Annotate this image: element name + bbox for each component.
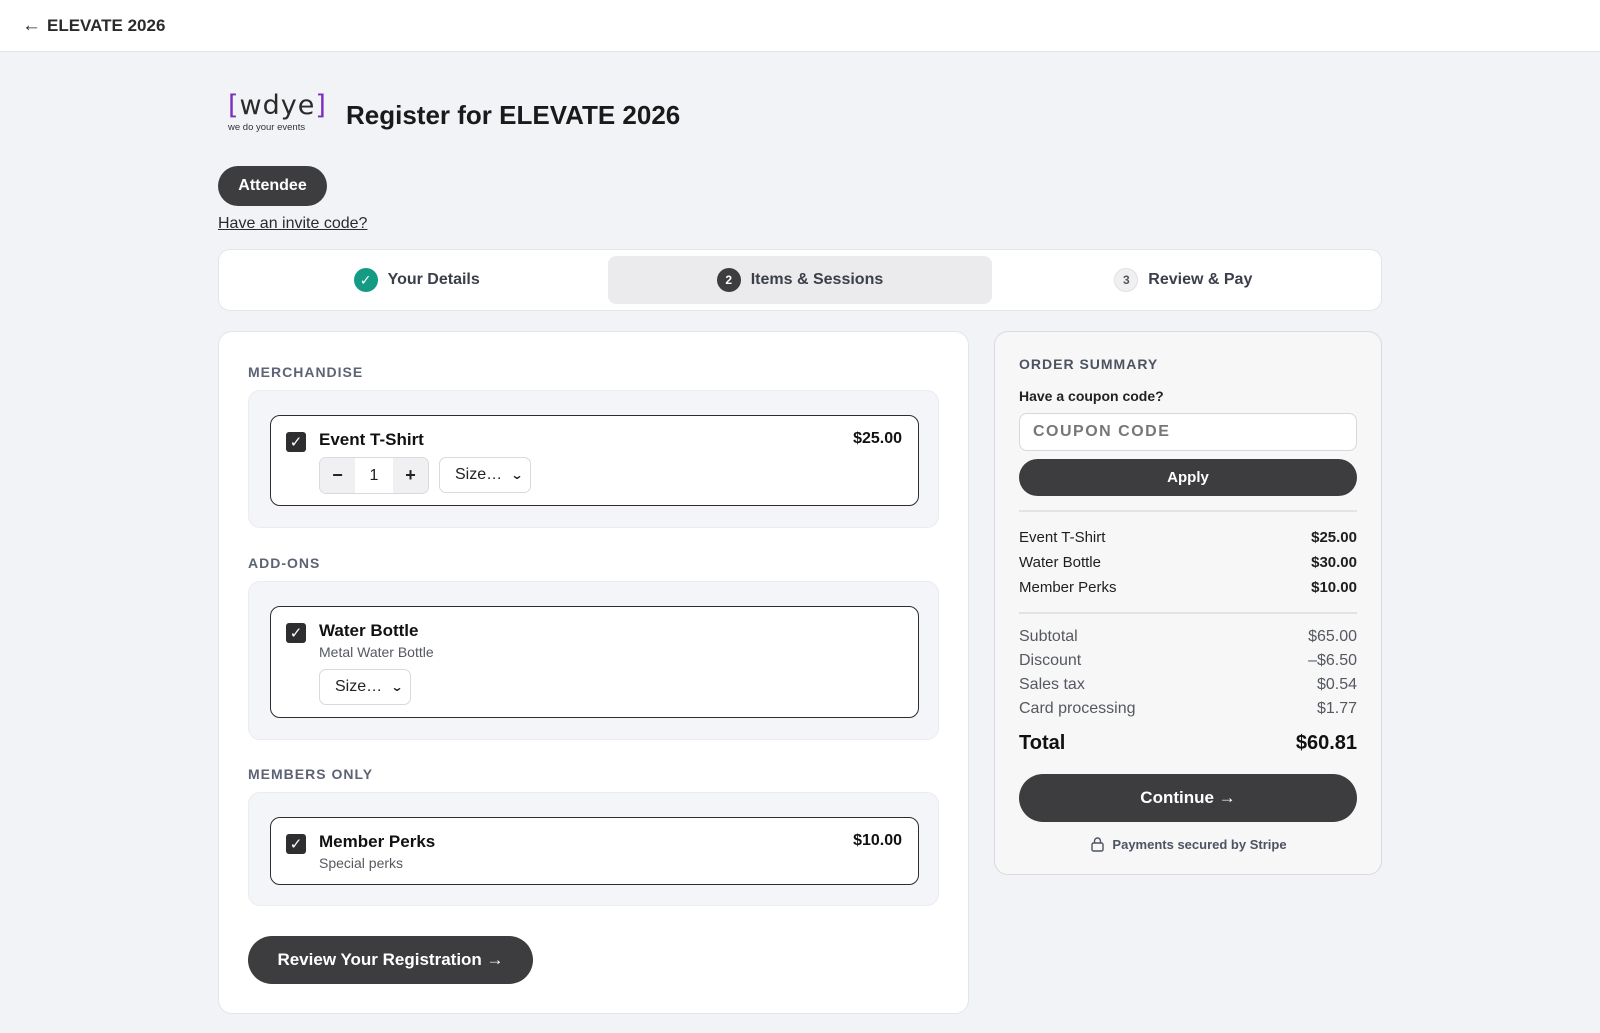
addons-group: ✓ Water Bottle Metal Water Bottle Size… …	[248, 581, 939, 740]
sales-tax-line: Sales tax $0.54	[1019, 676, 1357, 693]
size-select-value: Size…	[335, 678, 383, 695]
continue-button[interactable]: Continue →	[1019, 774, 1357, 822]
size-select[interactable]: Size… ⌄	[439, 457, 531, 493]
check-icon: ✓	[353, 268, 378, 292]
discount-line: Discount –$6.50	[1019, 652, 1357, 669]
line-amount: $10.00	[1311, 579, 1357, 596]
item-description: Special perks	[319, 855, 404, 871]
divider	[1019, 510, 1357, 512]
step-label: Your Details	[387, 271, 480, 288]
line-label: Event T-Shirt	[1019, 529, 1106, 546]
card-processing-line: Card processing $1.77	[1019, 700, 1357, 717]
step-number-badge: 2	[716, 268, 741, 292]
step-items-sessions[interactable]: 2 Items & Sessions	[608, 256, 992, 304]
line-amount: $30.00	[1311, 554, 1357, 571]
item-name: Water Bottle	[319, 621, 419, 640]
invite-code-link[interactable]: Have an invite code?	[218, 215, 367, 233]
wdye-logo: [wdye] we do your events	[228, 90, 327, 134]
item-member-perks: ✓ Member Perks Special perks $10.00	[270, 817, 919, 885]
increment-button[interactable]: +	[393, 458, 428, 493]
secure-payments-note: Payments secured by Stripe	[995, 837, 1383, 852]
item-description: Metal Water Bottle	[319, 644, 434, 660]
divider	[1019, 612, 1357, 614]
logo-tagline: we do your events	[228, 122, 306, 133]
back-arrow-icon[interactable]: ←	[22, 15, 41, 37]
quantity-value[interactable]: 1	[355, 458, 393, 493]
item-name: Member Perks	[319, 832, 436, 851]
section-label-addons: ADD-ONS	[248, 555, 321, 571]
line-label: Water Bottle	[1019, 554, 1101, 571]
total-amount: $60.81	[1295, 732, 1357, 754]
line-amount: $25.00	[1311, 529, 1357, 546]
item-name: Event T-Shirt	[319, 430, 424, 449]
top-bar: ← ELEVATE 2026	[0, 0, 1600, 52]
review-registration-button[interactable]: Review Your Registration →	[248, 936, 533, 984]
chevron-down-icon: ⌄	[390, 680, 404, 694]
coupon-code-input[interactable]	[1019, 413, 1357, 451]
secure-text: Payments secured by Stripe	[1112, 837, 1287, 852]
section-label-members-only: MEMBERS ONLY	[248, 766, 374, 782]
merchandise-group: ✓ Event T-Shirt $25.00 − 1 + Size… ⌄	[248, 390, 939, 528]
total-line: Total $60.81	[1019, 732, 1357, 755]
order-summary-title: ORDER SUMMARY	[1019, 356, 1159, 372]
lock-icon	[1091, 837, 1105, 852]
decrement-button[interactable]: −	[320, 458, 355, 493]
step-label: Items & Sessions	[750, 271, 884, 288]
event-name[interactable]: ELEVATE 2026	[47, 16, 165, 36]
registration-stepper: ✓ Your Details 2 Items & Sessions 3 Revi…	[218, 249, 1382, 311]
section-label-merchandise: MERCHANDISE	[248, 364, 364, 380]
size-select-value: Size…	[455, 466, 503, 483]
item-price: $10.00	[853, 832, 902, 849]
page-header: [wdye] we do your events Register for EL…	[228, 92, 680, 138]
item-water-bottle: ✓ Water Bottle Metal Water Bottle Size… …	[270, 606, 919, 718]
chevron-down-icon: ⌄	[510, 468, 524, 482]
item-checkbox[interactable]: ✓	[286, 432, 306, 452]
size-select[interactable]: Size… ⌄	[319, 669, 411, 705]
summary-line: Member Perks $10.00	[1019, 579, 1357, 596]
line-label: Member Perks	[1019, 579, 1117, 596]
step-your-details[interactable]: ✓ Your Details	[225, 256, 608, 304]
summary-line: Event T-Shirt $25.00	[1019, 529, 1357, 546]
attendee-role-button[interactable]: Attendee	[218, 166, 327, 206]
item-price: $25.00	[853, 430, 902, 447]
order-summary: ORDER SUMMARY Have a coupon code? Apply …	[994, 331, 1382, 875]
coupon-question: Have a coupon code?	[1019, 388, 1164, 404]
apply-coupon-button[interactable]: Apply	[1019, 459, 1357, 496]
members-group: ✓ Member Perks Special perks $10.00	[248, 792, 939, 906]
subtotal-line: Subtotal $65.00	[1019, 628, 1357, 645]
item-checkbox[interactable]: ✓	[286, 623, 306, 643]
item-event-tshirt: ✓ Event T-Shirt $25.00 − 1 + Size… ⌄	[270, 415, 919, 506]
quantity-stepper: − 1 +	[319, 457, 429, 494]
item-checkbox[interactable]: ✓	[286, 834, 306, 854]
page-title: Register for ELEVATE 2026	[346, 99, 681, 130]
total-label: Total	[1019, 732, 1066, 754]
items-card: MERCHANDISE ✓ Event T-Shirt $25.00 − 1 +…	[218, 331, 969, 1014]
step-label: Review & Pay	[1148, 271, 1253, 288]
summary-line: Water Bottle $30.00	[1019, 554, 1357, 571]
step-review-pay[interactable]: 3 Review & Pay	[992, 256, 1375, 304]
step-number-badge: 3	[1114, 268, 1139, 292]
back-link[interactable]: ← ELEVATE 2026	[22, 15, 165, 37]
